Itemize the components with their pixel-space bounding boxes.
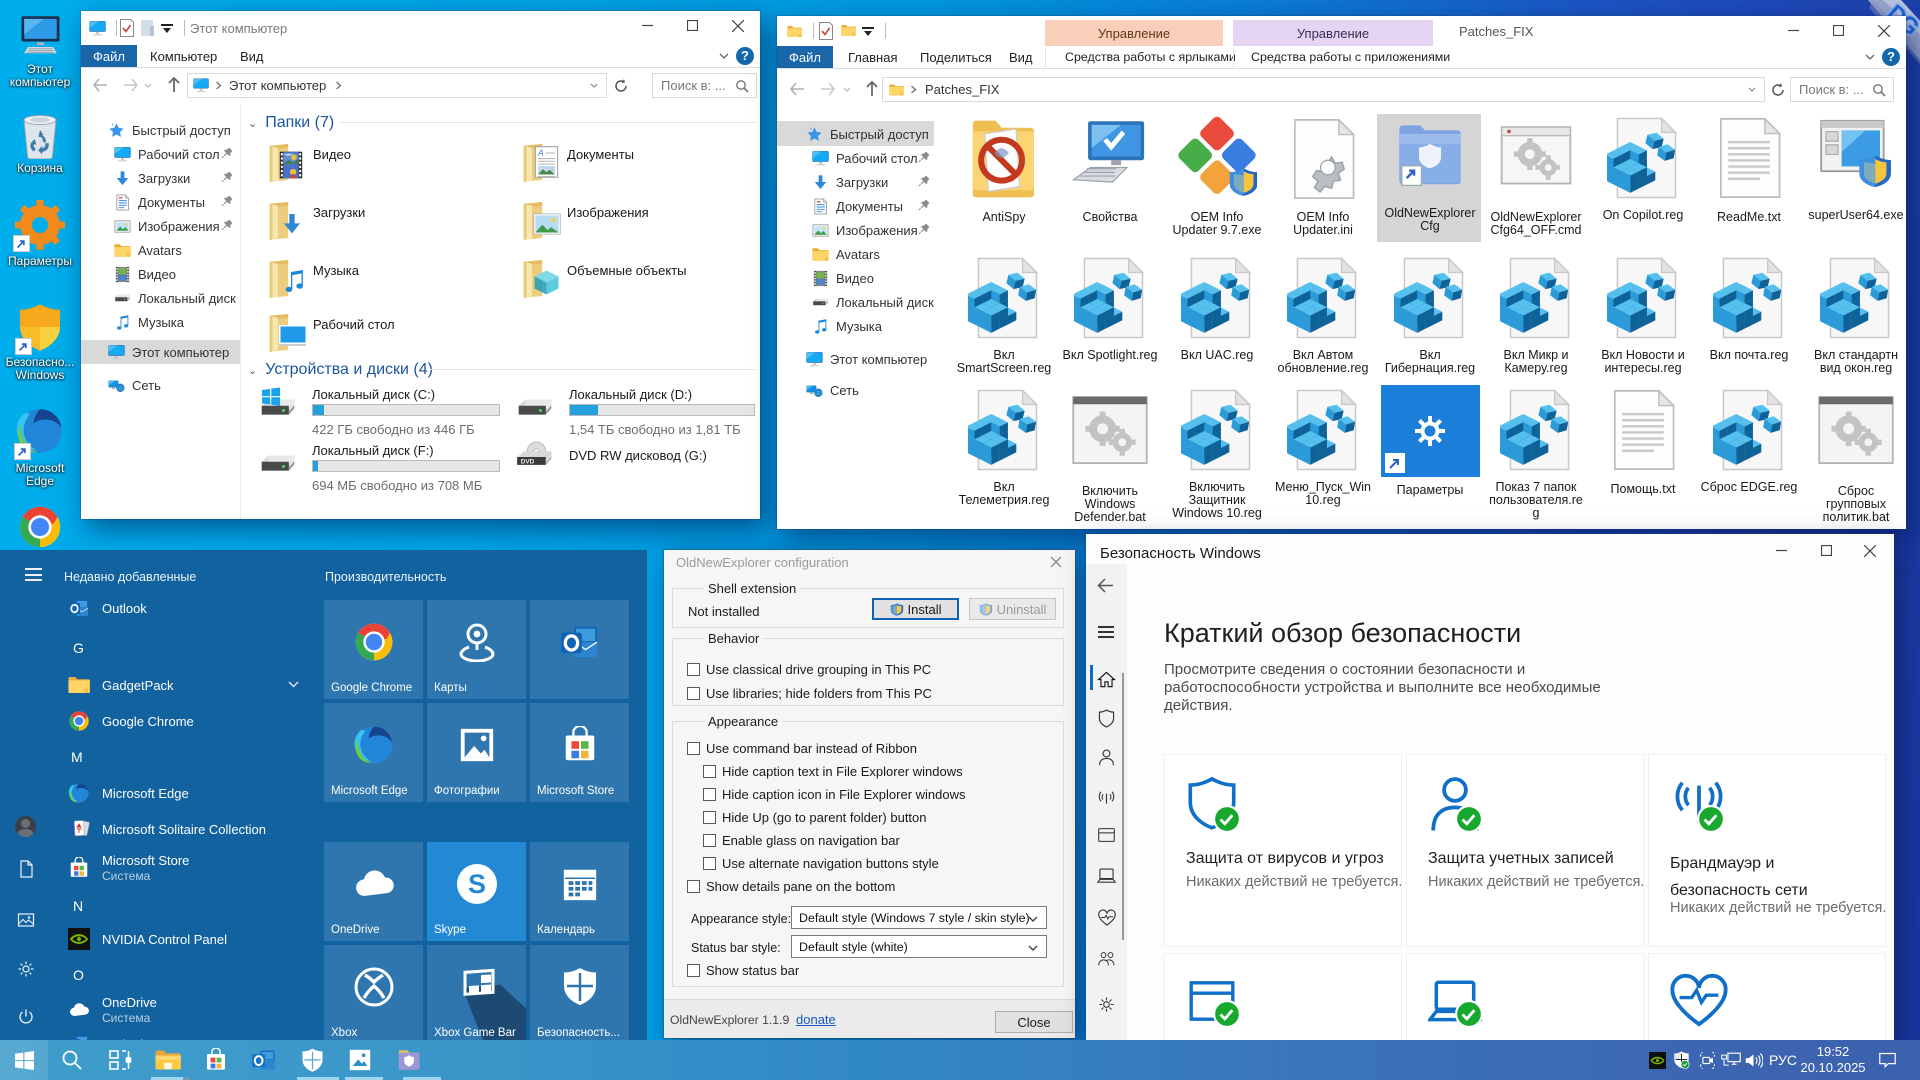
svg-text:A: A — [537, 148, 544, 158]
